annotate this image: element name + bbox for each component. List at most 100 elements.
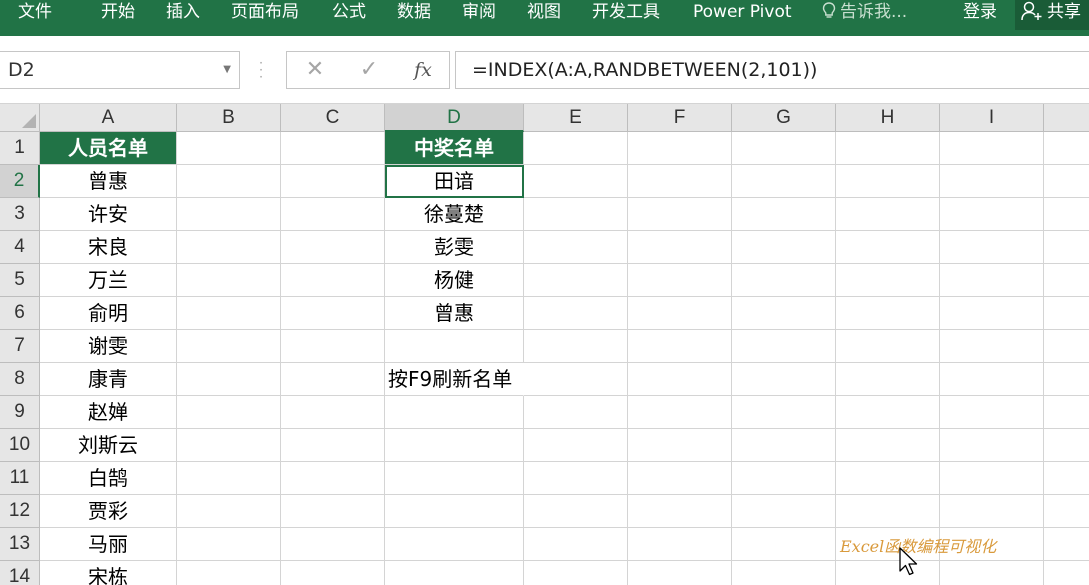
cell-f13[interactable] <box>628 528 732 561</box>
cell-a8[interactable]: 康青 <box>40 363 177 396</box>
cell-d3[interactable]: 徐蔓楚 <box>385 198 524 231</box>
cell-g6[interactable] <box>732 297 836 330</box>
cell-i8[interactable] <box>940 363 1044 396</box>
cell-g10[interactable] <box>732 429 836 462</box>
cell-i6[interactable] <box>940 297 1044 330</box>
cell-e3[interactable] <box>524 198 628 231</box>
cell-b14[interactable] <box>177 561 281 585</box>
cell-e6[interactable] <box>524 297 628 330</box>
cell-c1[interactable] <box>281 132 385 165</box>
cell-i14[interactable] <box>940 561 1044 585</box>
row-header-10[interactable]: 10 <box>0 429 40 462</box>
worksheet-grid[interactable]: A B C D E F G H I 1 人员名单 中奖名单 2 曾惠 田谙 3 许安 徐蔓楚 4 宋… <box>0 104 1089 585</box>
cell-a2[interactable]: 曾惠 <box>40 165 177 198</box>
column-header-j[interactable] <box>1044 104 1089 132</box>
cell-b3[interactable] <box>177 198 281 231</box>
share-button[interactable]: 共享 <box>1015 0 1089 30</box>
cell-f10[interactable] <box>628 429 732 462</box>
cell-f4[interactable] <box>628 231 732 264</box>
row-header-8[interactable]: 8 <box>0 363 40 396</box>
cell-i3[interactable] <box>940 198 1044 231</box>
cell-a1[interactable]: 人员名单 <box>40 132 177 165</box>
cell-d2[interactable]: 田谙 <box>385 165 524 198</box>
row-header-11[interactable]: 11 <box>0 462 40 495</box>
cell-c5[interactable] <box>281 264 385 297</box>
cell-h2[interactable] <box>836 165 940 198</box>
cell-d12[interactable] <box>385 495 524 528</box>
cell-f3[interactable] <box>628 198 732 231</box>
cell-f8[interactable] <box>628 363 732 396</box>
cell-c6[interactable] <box>281 297 385 330</box>
column-header-b[interactable]: B <box>177 104 281 132</box>
cell-h11[interactable] <box>836 462 940 495</box>
cell-g3[interactable] <box>732 198 836 231</box>
cell-h9[interactable] <box>836 396 940 429</box>
column-header-e[interactable]: E <box>524 104 628 132</box>
cell-j9[interactable] <box>1044 396 1089 429</box>
cell-h3[interactable] <box>836 198 940 231</box>
cell-j13[interactable] <box>1044 528 1089 561</box>
cell-a14[interactable]: 宋栋 <box>40 561 177 585</box>
cell-b5[interactable] <box>177 264 281 297</box>
login-button[interactable]: 登录 <box>963 0 997 24</box>
tab-insert[interactable]: 插入 <box>166 0 200 24</box>
tab-view[interactable]: 视图 <box>527 0 561 24</box>
cell-g11[interactable] <box>732 462 836 495</box>
dropdown-arrow-icon[interactable]: ▼ <box>223 52 231 88</box>
cell-d13[interactable] <box>385 528 524 561</box>
cell-h7[interactable] <box>836 330 940 363</box>
tab-data[interactable]: 数据 <box>397 0 431 24</box>
cell-j1[interactable] <box>1044 132 1089 165</box>
cell-g7[interactable] <box>732 330 836 363</box>
cell-a12[interactable]: 贾彩 <box>40 495 177 528</box>
cell-f6[interactable] <box>628 297 732 330</box>
cell-a10[interactable]: 刘斯云 <box>40 429 177 462</box>
cell-c8[interactable] <box>281 363 385 396</box>
cell-c2[interactable] <box>281 165 385 198</box>
enter-icon[interactable]: ✓ <box>349 52 389 88</box>
cell-g2[interactable] <box>732 165 836 198</box>
cell-a7[interactable]: 谢雯 <box>40 330 177 363</box>
cell-e4[interactable] <box>524 231 628 264</box>
cell-c14[interactable] <box>281 561 385 585</box>
column-header-g[interactable]: G <box>732 104 836 132</box>
column-header-d[interactable]: D <box>385 104 524 132</box>
cell-g1[interactable] <box>732 132 836 165</box>
name-box[interactable]: D2 ▼ <box>0 51 240 89</box>
cell-d9[interactable] <box>385 396 524 429</box>
cell-e2[interactable] <box>524 165 628 198</box>
cell-i9[interactable] <box>940 396 1044 429</box>
cell-b2[interactable] <box>177 165 281 198</box>
cell-d7[interactable] <box>385 330 524 363</box>
tab-power-pivot[interactable]: Power Pivot <box>693 0 792 24</box>
row-header-3[interactable]: 3 <box>0 198 40 231</box>
cell-e1[interactable] <box>524 132 628 165</box>
cell-d8[interactable]: 按F9刷新名单 <box>385 363 524 396</box>
cell-j14[interactable] <box>1044 561 1089 585</box>
cell-h12[interactable] <box>836 495 940 528</box>
cell-c7[interactable] <box>281 330 385 363</box>
tell-me-search[interactable]: 告诉我... <box>822 0 907 24</box>
cell-g13[interactable] <box>732 528 836 561</box>
cell-g5[interactable] <box>732 264 836 297</box>
cell-e7[interactable] <box>524 330 628 363</box>
cell-g9[interactable] <box>732 396 836 429</box>
cell-a6[interactable]: 俞明 <box>40 297 177 330</box>
cell-f12[interactable] <box>628 495 732 528</box>
cell-j10[interactable] <box>1044 429 1089 462</box>
cell-b6[interactable] <box>177 297 281 330</box>
cell-b7[interactable] <box>177 330 281 363</box>
cell-i12[interactable] <box>940 495 1044 528</box>
cell-j11[interactable] <box>1044 462 1089 495</box>
cell-e5[interactable] <box>524 264 628 297</box>
cell-j2[interactable] <box>1044 165 1089 198</box>
cell-c12[interactable] <box>281 495 385 528</box>
cell-h8[interactable] <box>836 363 940 396</box>
cell-c4[interactable] <box>281 231 385 264</box>
cell-f7[interactable] <box>628 330 732 363</box>
cell-d14[interactable] <box>385 561 524 585</box>
cell-a9[interactable]: 赵婵 <box>40 396 177 429</box>
row-header-7[interactable]: 7 <box>0 330 40 363</box>
cell-f9[interactable] <box>628 396 732 429</box>
tab-review[interactable]: 审阅 <box>462 0 496 24</box>
